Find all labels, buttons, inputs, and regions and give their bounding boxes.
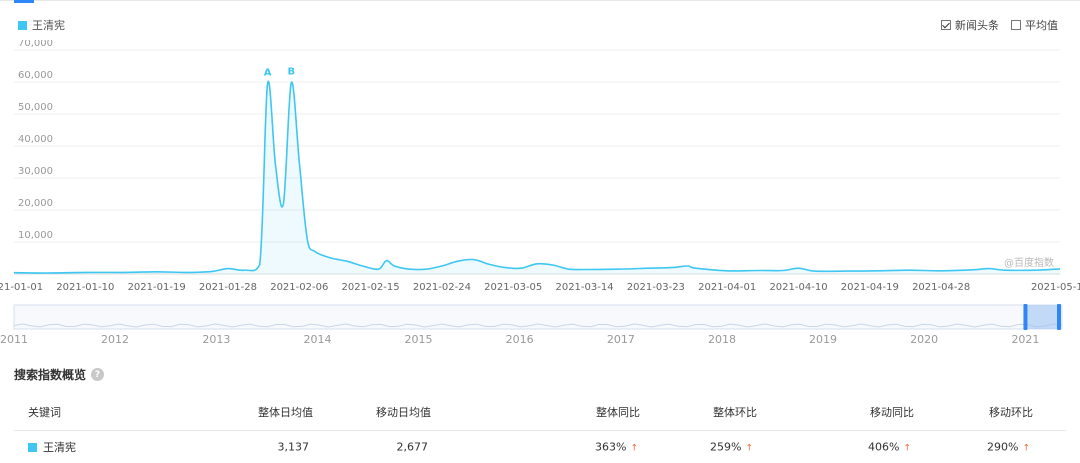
- header-overall-avg: 整体日均值: [258, 406, 313, 419]
- overview-title: 搜索指数概览 ?: [14, 366, 105, 383]
- y-tick-label: 60,000: [18, 70, 53, 81]
- y-tick-label: 40,000: [18, 134, 53, 145]
- brush-year-label: 2016: [506, 333, 534, 346]
- y-tick-label: 50,000: [18, 102, 53, 113]
- keyword-swatch: [28, 442, 37, 452]
- overview-title-text: 搜索指数概览: [14, 368, 87, 382]
- header-mobile-avg: 移动日均值: [376, 406, 431, 419]
- legend-label: 王清宪: [32, 19, 65, 32]
- brush-handle-left: [1023, 304, 1028, 330]
- overall-avg-value: 3,137: [277, 440, 310, 454]
- active-tab-indicator: [14, 0, 34, 3]
- brush-selection: [1025, 305, 1059, 329]
- brush-year-label: 2013: [202, 333, 230, 346]
- time-range-brush[interactable]: 2011 2012 2013 2014 2015 2016 2017 2018 2019 2020…: [0, 298, 1080, 350]
- x-tick-label: 2021-04-10: [769, 282, 827, 293]
- y-tick-label: 10,000: [18, 230, 53, 241]
- news-checkbox-icon[interactable]: [941, 20, 951, 30]
- mobile-mom-value: 290%: [987, 440, 1019, 454]
- header-overall-yoy: 整体同比: [596, 406, 640, 419]
- up-arrow-icon: ↑: [903, 443, 911, 454]
- overview-table: 关键词 整体日均值 移动日均值 整体同比 整体环比 移动同比 移动环比 王清宪 …: [14, 394, 1066, 463]
- main-chart[interactable]: 10,000 20,000 30,000 40,000 50,000 60,000 70,0…: [0, 40, 1080, 298]
- chart-legend[interactable]: 王清宪: [18, 17, 65, 33]
- brush-year-label: 2012: [101, 333, 129, 346]
- mobile-yoy-value: 406%: [868, 440, 900, 454]
- table-header: 关键词 整体日均值 移动日均值 整体同比 整体环比 移动同比 移动环比: [14, 394, 1066, 431]
- news-headline-label: 新闻头条: [955, 19, 999, 32]
- annotation-marker: B: [288, 67, 296, 78]
- brush-year-label: 2018: [708, 333, 736, 346]
- y-tick-label: 20,000: [18, 198, 53, 209]
- up-arrow-icon: ↑: [1022, 443, 1030, 454]
- keyword-cell[interactable]: 王清宪: [28, 439, 76, 455]
- keyword-text: 王清宪: [43, 441, 76, 454]
- watermark-text: @百度指数: [1004, 256, 1054, 269]
- x-tick-label: 2021-04-01: [698, 282, 756, 293]
- x-tick-label: 2021-02-24: [413, 282, 471, 293]
- x-tick-label: 2021-03-05: [484, 282, 542, 293]
- overall-yoy-cell: 363% ↑: [595, 441, 638, 454]
- annotation-marker: A: [264, 68, 272, 79]
- x-tick-label: 2021-01-28: [199, 282, 257, 293]
- brush-handle-right: [1057, 304, 1061, 330]
- help-icon[interactable]: ?: [91, 368, 105, 381]
- x-tick-label: 2021-05-13: [1031, 282, 1080, 293]
- x-tick-label: 2021-03-14: [555, 282, 613, 293]
- x-tick-label: 2021-01-19: [128, 282, 186, 293]
- legend-swatch: [18, 20, 27, 30]
- brush-year-label: 2017: [607, 333, 635, 346]
- overall-mom-cell: 259% ↑: [710, 441, 753, 454]
- brush-year-label: 2019: [809, 333, 837, 346]
- table-row: 王清宪 3,137 2,677 363% ↑ 259% ↑ 406% ↑ 290% ↑: [14, 431, 1066, 463]
- header-mobile-yoy: 移动同比: [870, 406, 914, 419]
- header-overall-mom: 整体环比: [713, 406, 757, 419]
- average-label: 平均值: [1025, 19, 1058, 32]
- average-toggle[interactable]: 平均值: [1011, 17, 1058, 33]
- x-tick-label: 2021-01-01: [0, 282, 43, 293]
- x-tick-label: 2021-04-19: [841, 282, 899, 293]
- top-divider: [0, 0, 1080, 1]
- header-keyword: 关键词: [28, 406, 61, 419]
- overall-mom-value: 259%: [710, 440, 742, 454]
- brush-year-label: 2021: [1011, 333, 1039, 346]
- y-tick-label: 30,000: [18, 166, 53, 177]
- chart-options: 新闻头条 平均值: [929, 17, 1058, 33]
- x-tick-label: 2021-02-06: [270, 282, 328, 293]
- news-headline-toggle[interactable]: 新闻头条: [941, 17, 999, 33]
- header-mobile-mom: 移动环比: [989, 406, 1033, 419]
- x-tick-label: 2021-02-15: [342, 282, 400, 293]
- x-tick-label: 2021-03-23: [627, 282, 685, 293]
- up-arrow-icon: ↑: [630, 443, 638, 454]
- brush-year-label: 2011: [0, 333, 28, 346]
- up-arrow-icon: ↑: [745, 443, 753, 454]
- mobile-mom-cell: 290% ↑: [987, 441, 1030, 454]
- average-checkbox-icon[interactable]: [1011, 20, 1021, 30]
- y-tick-label: 70,000: [18, 40, 53, 49]
- x-tick-label: 2021-01-10: [56, 282, 114, 293]
- series-line: [13, 80, 1061, 274]
- brush-year-label: 2014: [303, 333, 331, 346]
- brush-year-label: 2020: [910, 333, 938, 346]
- mobile-avg-value: 2,677: [396, 440, 429, 454]
- overall-yoy-value: 363%: [595, 440, 627, 454]
- mobile-yoy-cell: 406% ↑: [868, 441, 911, 454]
- brush-year-label: 2015: [405, 333, 433, 346]
- brush-track: [13, 304, 1063, 330]
- x-tick-label: 2021-04-28: [912, 282, 970, 293]
